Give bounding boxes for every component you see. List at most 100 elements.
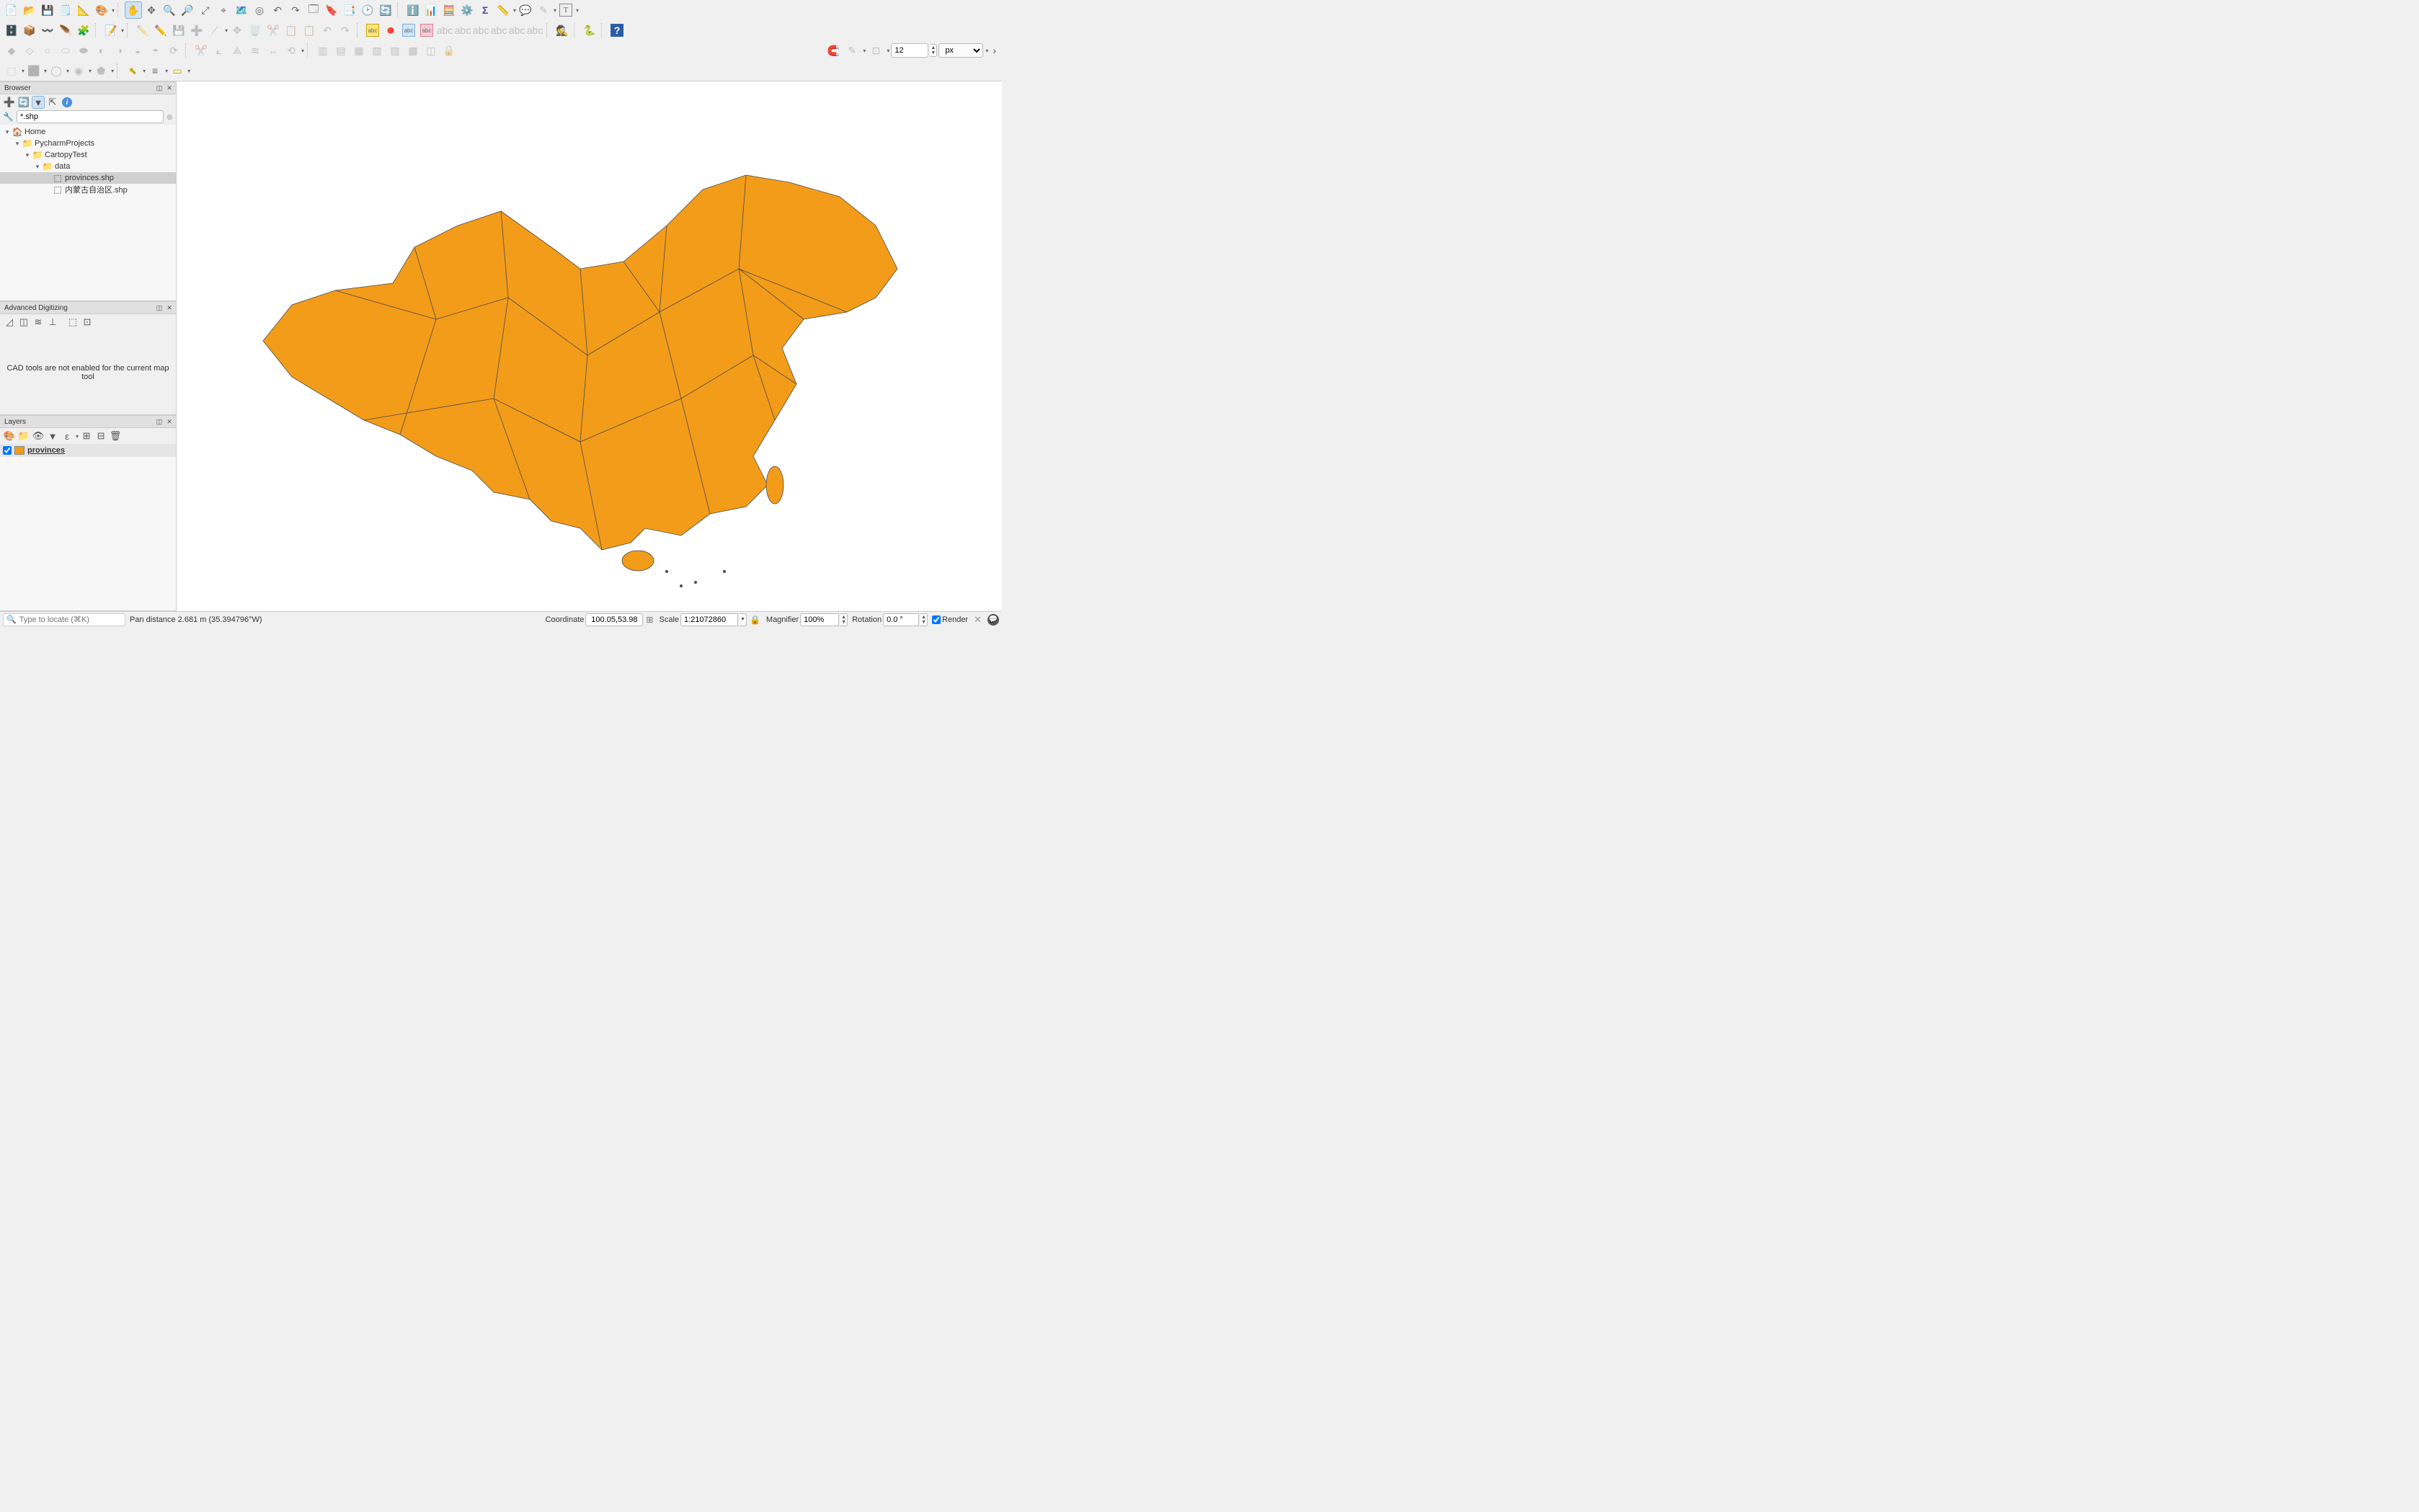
map-tips-button[interactable]: 💬	[517, 1, 534, 19]
filter-icon[interactable]: ▼	[32, 96, 45, 109]
close-icon[interactable]: ✕	[164, 417, 174, 427]
dropdown-arrow-icon[interactable]: ▾	[165, 68, 168, 74]
open-project-button[interactable]: 📂	[21, 1, 38, 19]
label-abc-pink-button[interactable]: abc	[418, 22, 435, 39]
snapping-tolerance-input[interactable]	[891, 43, 928, 58]
measure-line-button[interactable]: 📏	[494, 1, 512, 19]
expression-filter-icon[interactable]: ε	[61, 430, 74, 443]
locator-input[interactable]	[19, 615, 122, 624]
coordinate-input[interactable]	[585, 613, 643, 626]
locator-box[interactable]: 🔍	[3, 613, 125, 626]
text-annotation-button[interactable]: T	[557, 1, 574, 19]
style-manager-button[interactable]: 🎨	[93, 1, 110, 19]
pan-to-selection-button[interactable]: ✥	[143, 1, 160, 19]
zoom-out-button[interactable]: 🔎	[179, 1, 196, 19]
add-group-icon[interactable]: 📁	[17, 430, 30, 443]
tree-row[interactable]: ⬚provinces.shp	[0, 172, 176, 184]
undock-icon[interactable]: ◫	[154, 417, 164, 427]
filter-wrench-icon[interactable]: 🔧	[3, 112, 14, 122]
refresh-icon[interactable]: 🔄	[17, 96, 30, 109]
new-geopackage-button[interactable]: 📦	[21, 22, 38, 39]
close-icon[interactable]: ✕	[164, 83, 174, 93]
tree-row[interactable]: ▾📁data	[0, 161, 176, 172]
toggle-extents-icon[interactable]: ⊞	[644, 615, 654, 625]
dropdown-arrow-icon[interactable]: ▾	[554, 7, 556, 14]
tree-row[interactable]: ▾📁PycharmProjects	[0, 138, 176, 149]
browser-filter-input[interactable]	[17, 110, 164, 123]
tree-row[interactable]: ▾📁CartopyTest	[0, 149, 176, 161]
zoom-full-button[interactable]: ⤢	[197, 1, 214, 19]
field-calculator-button[interactable]: 🧮	[440, 1, 458, 19]
dropdown-arrow-icon[interactable]: ▾	[143, 68, 146, 74]
statistics-button[interactable]: Σ	[476, 1, 494, 19]
help-button[interactable]: ?	[608, 22, 626, 39]
collapse-all-icon[interactable]: ⇱	[46, 96, 59, 109]
layer-row[interactable]: provinces	[0, 444, 176, 457]
render-checkbox[interactable]	[932, 615, 941, 624]
dropdown-arrow-icon[interactable]: ▾	[513, 7, 516, 14]
tree-toggle-icon[interactable]: ▾	[33, 163, 42, 171]
zoom-to-selection-button[interactable]: ⌖	[215, 1, 232, 19]
layout-manager-button[interactable]: 📐	[75, 1, 92, 19]
label-abc-yellow-button[interactable]: abc	[364, 22, 381, 39]
close-icon[interactable]: ✕	[164, 303, 174, 313]
zoom-to-layer-button[interactable]: 🗺️	[233, 1, 250, 19]
remove-layer-icon[interactable]: 🗑	[109, 430, 122, 443]
dropdown-arrow-icon[interactable]: ▾	[576, 7, 579, 14]
python-console-button[interactable]: 🐍	[581, 22, 598, 39]
new-print-layout-button[interactable]: 🗒️	[57, 1, 74, 19]
map-canvas[interactable]	[177, 81, 1002, 611]
zoom-in-button[interactable]: 🔍	[161, 1, 178, 19]
undock-icon[interactable]: ◫	[154, 303, 164, 313]
dropdown-arrow-icon[interactable]: ▾	[76, 433, 79, 440]
show-bookmarks-button[interactable]: 📑	[341, 1, 358, 19]
new-virtual-layer-button[interactable]: 🧩	[75, 22, 92, 39]
dropdown-arrow-icon[interactable]: ▾	[187, 68, 190, 74]
layers-list[interactable]: provinces	[0, 444, 176, 610]
toolbar-overflow-icon[interactable]: ›	[990, 45, 999, 56]
new-project-button[interactable]: 📄	[3, 1, 20, 19]
crs-status-icon[interactable]: ✕	[972, 614, 983, 626]
lock-scale-icon[interactable]: 🔒	[748, 615, 762, 625]
manage-visibility-icon[interactable]: 👁	[32, 430, 45, 443]
layer-visibility-checkbox[interactable]	[3, 446, 12, 455]
add-layer-icon[interactable]: ➕	[3, 96, 16, 109]
tree-toggle-icon[interactable]: ▾	[3, 128, 12, 136]
new-memory-layer-button[interactable]: 📝	[102, 22, 120, 39]
label-abc-red-button[interactable]: 🔴	[382, 22, 399, 39]
identify-features-button[interactable]: ℹ️	[404, 1, 422, 19]
pan-map-button[interactable]: ✋	[125, 1, 142, 19]
deselect-all-button[interactable]: ▭	[169, 62, 186, 79]
data-source-manager-button[interactable]: 🗄️	[3, 22, 20, 39]
dropdown-arrow-icon[interactable]: ▾	[121, 27, 124, 34]
browser-tree[interactable]: ▾🏠Home▾📁PycharmProjects▾📁CartopyTest▾📁da…	[0, 125, 176, 301]
snapping-tolerance-spinner[interactable]: ▲▼	[930, 44, 937, 57]
select-features-button[interactable]: ⬉	[124, 62, 141, 79]
rotation-spinner[interactable]: ▲▼	[920, 613, 928, 626]
zoom-next-button[interactable]: ↷	[287, 1, 304, 19]
collapse-all-icon[interactable]: ⊟	[94, 430, 107, 443]
new-bookmark-button[interactable]: 🔖	[323, 1, 340, 19]
tree-toggle-icon[interactable]: ▾	[13, 140, 22, 148]
save-project-button[interactable]: 💾	[39, 1, 56, 19]
magnifier-input[interactable]	[800, 613, 839, 626]
rotation-input[interactable]	[883, 613, 919, 626]
new-shapefile-button[interactable]: 〰️	[39, 22, 56, 39]
tree-row[interactable]: ⬚内蒙古自治区.shp	[0, 184, 176, 195]
magnifier-spinner[interactable]: ▲▼	[840, 613, 848, 626]
layer-styling-icon[interactable]: 🎨	[3, 430, 16, 443]
undock-icon[interactable]: ◫	[154, 83, 164, 93]
metasearch-button[interactable]: 🕵️	[554, 22, 571, 39]
dropdown-arrow-icon[interactable]: ▾	[112, 7, 115, 14]
clear-filter-icon[interactable]: ⊗	[167, 112, 173, 122]
snapping-magnet-button[interactable]: 🧲	[825, 42, 842, 59]
select-by-expression-button[interactable]: ≡	[146, 62, 164, 79]
tree-toggle-icon[interactable]: ▾	[23, 151, 32, 159]
tree-row[interactable]: ▾🏠Home	[0, 126, 176, 138]
new-spatialite-button[interactable]: 🪶	[57, 22, 74, 39]
label-abc-blue-button[interactable]: abc	[400, 22, 417, 39]
new-map-view-button[interactable]: 🗔	[305, 1, 322, 19]
processing-toolbox-button[interactable]: ⚙️	[458, 1, 476, 19]
refresh-button[interactable]: 🔄	[377, 1, 394, 19]
toggle-editing-button[interactable]: ✏️	[152, 22, 169, 39]
